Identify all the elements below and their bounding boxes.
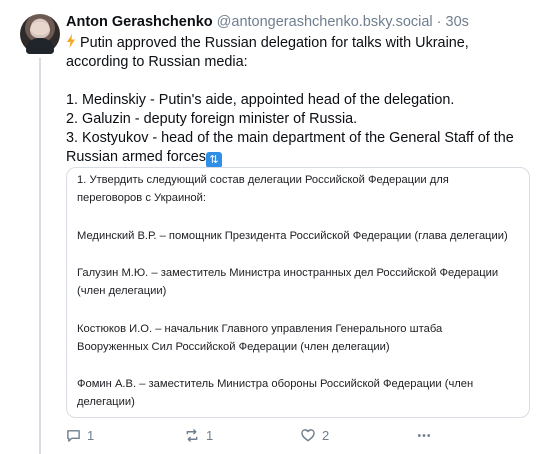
- doc-line: Мединский В.Р. – помощник Президента Рос…: [77, 230, 508, 242]
- timestamp[interactable]: 30s: [446, 14, 469, 30]
- reply-icon: [67, 429, 80, 442]
- doc-paragraph-4: Костюков И.О. – начальник Главного управ…: [77, 320, 522, 356]
- post-text-line: Russian armed forces: [66, 149, 206, 165]
- doc-line: Вооруженных Сил Российской Федерации (чл…: [77, 341, 390, 353]
- repost-count: 1: [206, 427, 214, 443]
- lightning-bolt-icon: [67, 34, 75, 48]
- avatar[interactable]: [20, 14, 60, 54]
- reply-count: 1: [87, 427, 95, 443]
- embedded-image-document[interactable]: 1. Утвердить следующий состав делегации …: [66, 167, 530, 418]
- doc-line: делегации): [77, 396, 135, 408]
- post-text-line: Putin approved the Russian delegation fo…: [80, 35, 469, 51]
- post-line-1: Putin approved the Russian delegation fo…: [66, 34, 536, 53]
- more-options-button[interactable]: [416, 424, 432, 446]
- post-line-6: 3. Kostyukov - head of the main departme…: [66, 130, 514, 146]
- thread-line: [39, 58, 41, 454]
- doc-paragraph-2: Мединский В.Р. – помощник Президента Рос…: [77, 227, 522, 245]
- like-button[interactable]: 2: [300, 424, 329, 446]
- post-line-7: Russian armed forces ⇅: [66, 148, 536, 168]
- doc-line: 1. Утвердить следующий состав делегации …: [77, 174, 449, 186]
- up-down-arrow-icon: ⇅: [205, 152, 222, 168]
- doc-line: Фомин А.В. – заместитель Министра оборон…: [77, 378, 474, 390]
- avatar-body: [26, 38, 54, 54]
- repost-icon: [186, 428, 198, 442]
- separator-dot: ·: [436, 14, 442, 30]
- doc-line: Костюков И.О. – начальник Главного управ…: [77, 323, 443, 335]
- author-handle[interactable]: @antongerashchenko.bsky.social: [217, 14, 433, 30]
- post-header: Anton Gerashchenko @antongerashchenko.bs…: [66, 13, 469, 31]
- post-actions: 1 1 2: [66, 424, 536, 446]
- post-line-4: 1. Medinskiy - Putin's aide, appointed h…: [66, 92, 455, 108]
- doc-line: Галузин М.Ю. – заместитель Министра инос…: [77, 267, 499, 279]
- heart-icon: [301, 428, 315, 441]
- author-name[interactable]: Anton Gerashchenko: [66, 14, 213, 30]
- doc-line: переговоров с Украиной:: [77, 192, 206, 204]
- post-line-blank: [66, 72, 536, 91]
- post-line-5: 2. Galuzin - deputy foreign minister of …: [66, 111, 358, 127]
- doc-paragraph-5: Фомин А.В. – заместитель Министра оборон…: [77, 375, 522, 411]
- reply-button[interactable]: 1: [66, 424, 94, 446]
- post-text: Putin approved the Russian delegation fo…: [66, 34, 536, 168]
- doc-paragraph-1: 1. Утвердить следующий состав делегации …: [77, 171, 522, 207]
- repost-button[interactable]: 1: [184, 424, 213, 446]
- doc-paragraph-3: Галузин М.Ю. – заместитель Министра инос…: [77, 264, 522, 300]
- like-count: 2: [322, 427, 330, 443]
- post-line-2: according to Russian media:: [66, 54, 248, 70]
- ellipsis-icon: [417, 433, 431, 437]
- doc-line: (член делегации): [77, 285, 167, 297]
- avatar-face: [30, 22, 50, 38]
- post[interactable]: Anton Gerashchenko @antongerashchenko.bs…: [0, 0, 546, 454]
